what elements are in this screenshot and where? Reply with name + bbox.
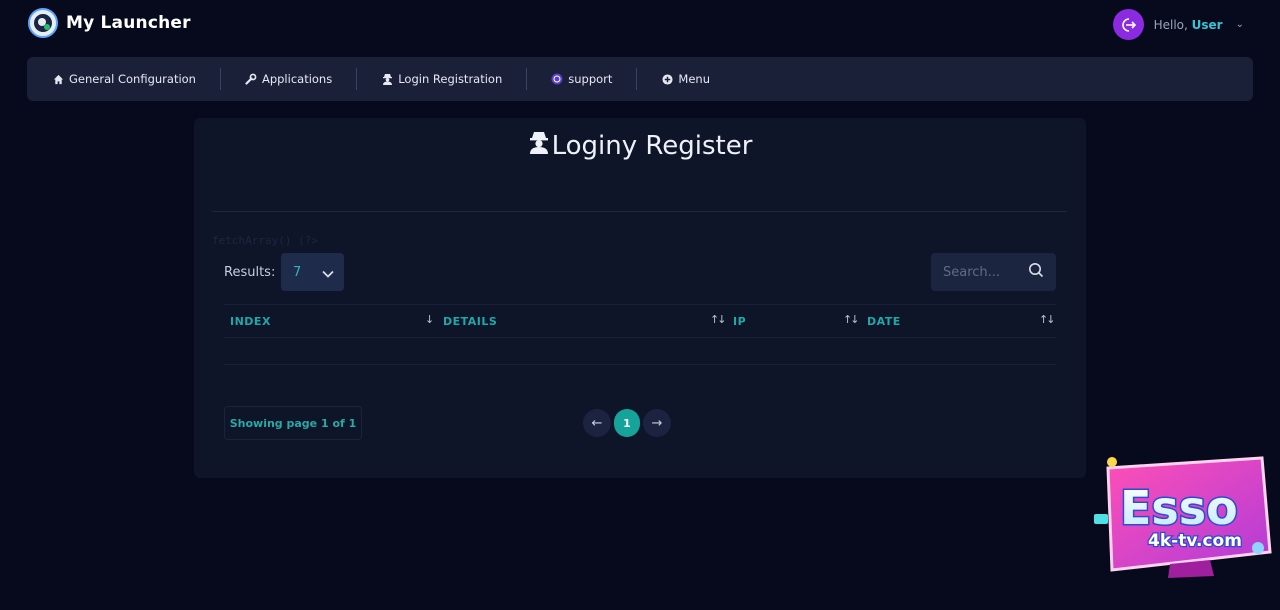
search-input[interactable]: Search...	[931, 253, 1056, 291]
debug-text: fetchArray() (?>	[212, 234, 318, 247]
launcher-logo-icon	[28, 8, 58, 38]
watermark-site: 4k-tv.com	[1148, 531, 1242, 551]
nav-item-general-configuration[interactable]: General Configuration	[52, 72, 196, 86]
column-header-ip[interactable]: IP	[733, 315, 746, 328]
chevron-down-icon	[322, 263, 334, 282]
column-header-details[interactable]: DETAILS	[443, 315, 497, 328]
nav-item-support[interactable]: support	[551, 72, 612, 86]
wrench-icon	[245, 73, 257, 85]
nav-item-applications[interactable]: Applications	[245, 72, 332, 86]
results-value: 7	[293, 264, 302, 280]
nav-item-label: Applications	[261, 72, 333, 86]
column-header-date[interactable]: DATE	[867, 315, 901, 328]
nav-divider	[219, 68, 221, 90]
nav-item-login-registration[interactable]: Login Registration	[381, 72, 502, 86]
nav-item-label: support	[568, 72, 613, 86]
chevron-down-icon[interactable]: ⌄	[1236, 19, 1244, 30]
nav-item-label: Login Registration	[398, 72, 503, 86]
user-menu[interactable]: Hello, User ⌄	[1112, 9, 1244, 40]
user-secret-icon	[381, 73, 393, 85]
nav-item-label: Menu	[678, 72, 710, 86]
app-title: My Launcher	[66, 13, 191, 33]
sort-icon[interactable]: ↑↓	[843, 313, 860, 326]
top-bar: My Launcher Hello, User ⌄	[0, 0, 1280, 48]
results-per-page-select[interactable]: 7	[281, 253, 344, 291]
whatsapp-icon	[551, 73, 563, 85]
nav-divider	[526, 68, 528, 90]
sort-icon[interactable]: ↑↓	[1039, 313, 1056, 326]
page-button-current[interactable]: 1	[614, 409, 640, 437]
results-label: Results:	[224, 265, 276, 280]
nav-item-menu[interactable]: Menu	[661, 72, 710, 86]
greeting-text: Hello,	[1153, 17, 1188, 32]
table-body-empty	[224, 364, 1056, 365]
watermark-brand: Esso	[1120, 481, 1238, 535]
user-secret-icon	[528, 130, 550, 161]
search-icon[interactable]	[1028, 262, 1044, 282]
username: User	[1191, 17, 1223, 32]
brand[interactable]: My Launcher	[28, 8, 191, 38]
nav-item-label: General Configuration	[69, 72, 196, 86]
pagination-info: Showing page 1 of 1	[224, 406, 362, 440]
divider	[212, 211, 1067, 212]
nav-divider	[636, 68, 638, 90]
plus-circle-icon	[661, 73, 673, 85]
page-title: Loginy Register	[194, 130, 1086, 161]
home-icon	[52, 73, 64, 85]
sort-icon[interactable]: ↑↓	[710, 313, 727, 326]
logout-icon[interactable]	[1112, 9, 1144, 40]
main-nav: General Configuration Applications Login…	[27, 57, 1253, 101]
nav-divider	[356, 68, 358, 90]
table-header: INDEX ↓ DETAILS ↑↓ IP ↑↓ DATE ↑↓	[224, 304, 1056, 338]
esso-watermark-logo: Esso 4k-tv.com	[1090, 452, 1280, 582]
page-title-text: Loginy Register	[551, 130, 753, 161]
sort-icon[interactable]: ↓	[425, 313, 434, 326]
prev-page-button[interactable]: ←	[583, 409, 611, 437]
login-register-panel: Loginy Register fetchArray() (?> Results…	[194, 118, 1086, 478]
search-placeholder: Search...	[943, 264, 1001, 280]
column-header-index[interactable]: INDEX	[230, 315, 271, 328]
pagination: ← 1 →	[583, 409, 671, 437]
greeting: Hello, User	[1154, 18, 1223, 32]
next-page-button[interactable]: →	[643, 409, 671, 437]
